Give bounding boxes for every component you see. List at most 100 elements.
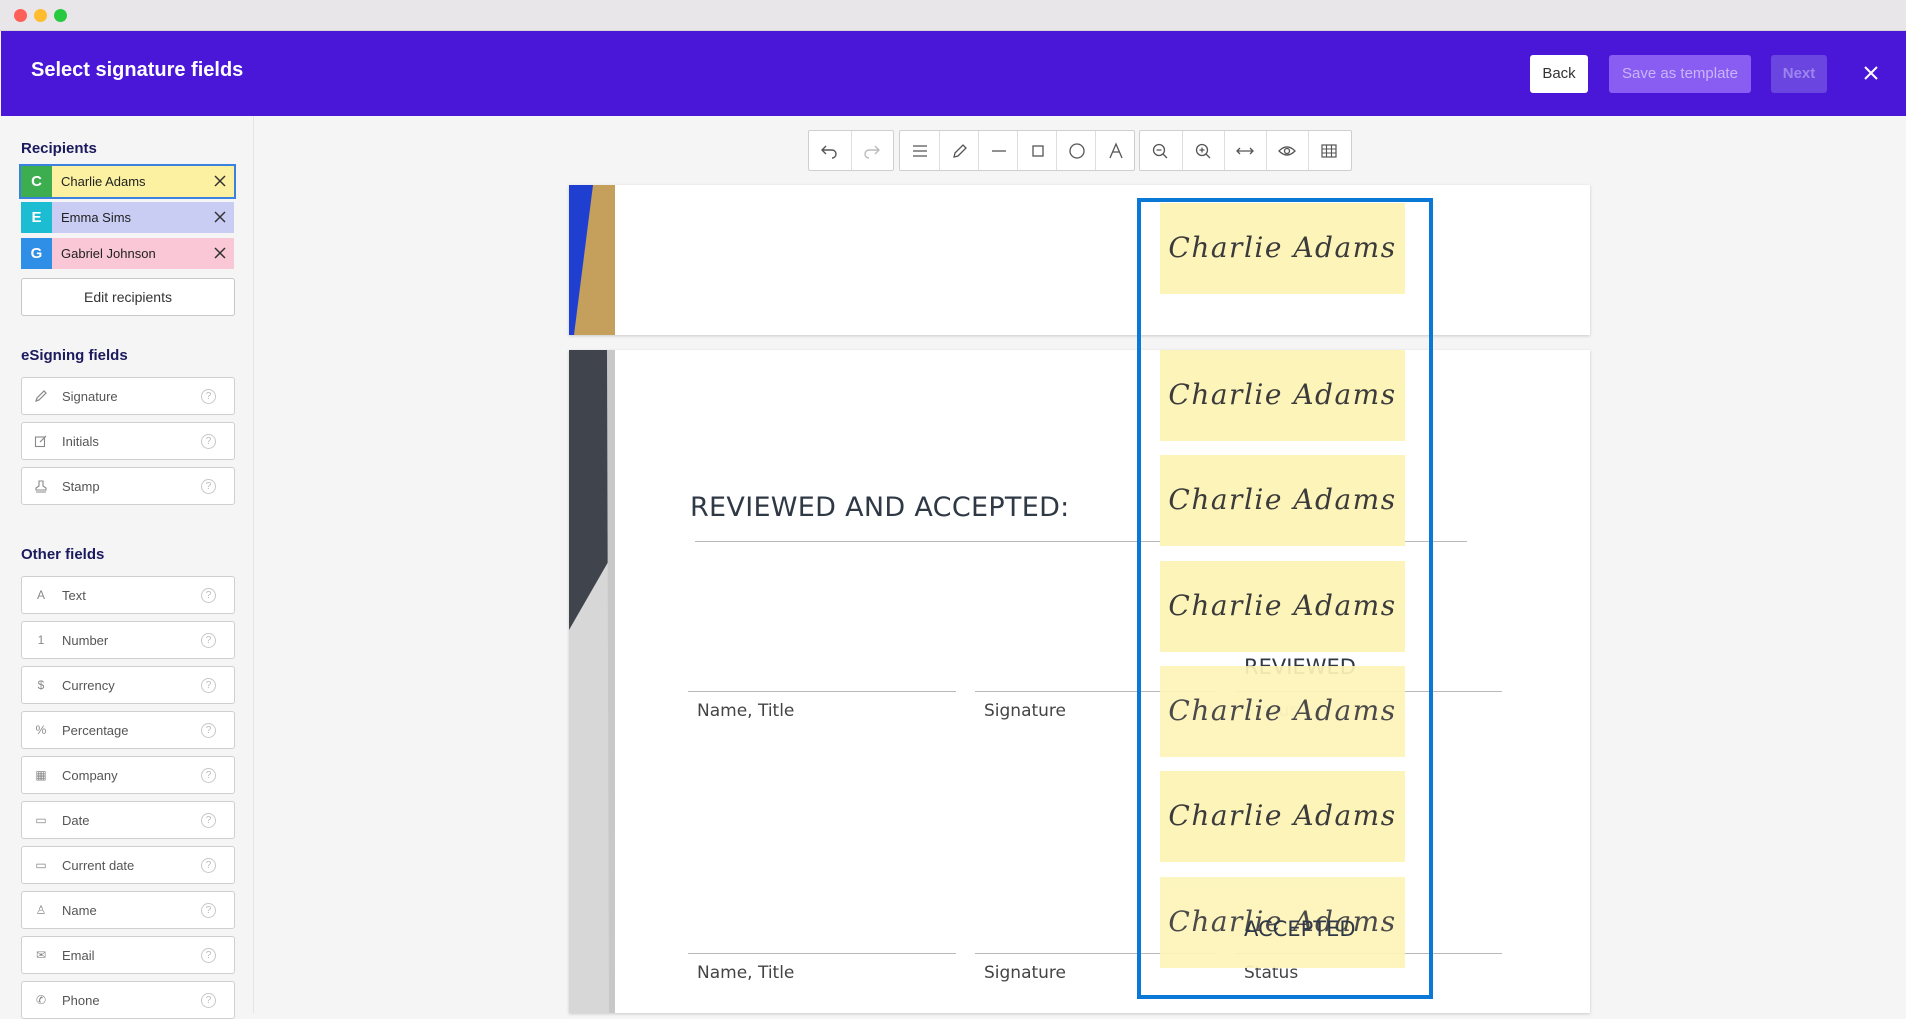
field-label: Initials [62,434,99,449]
field-label: Date [62,813,90,828]
field-email[interactable]: ✉ Email ? [21,936,235,974]
field-percentage[interactable]: % Percentage ? [21,711,235,749]
undo-icon[interactable] [809,131,848,170]
field-name[interactable]: ♙ Name ? [21,891,235,929]
other-fields-heading: Other fields [21,546,105,563]
avatar: C [21,166,52,197]
number-icon: 1 [37,633,45,647]
help-icon[interactable]: ? [201,723,216,738]
remove-recipient-icon[interactable] [212,173,228,189]
selection-rectangle[interactable] [1137,198,1433,999]
pencil-icon[interactable] [939,131,978,170]
field-label: Email [62,948,95,963]
calendar-check-icon: ▭ [35,858,47,872]
sidebar: Recipients C Charlie Adams E Emma Sims G… [1,116,254,1019]
edit-icon [34,434,48,448]
maximize-window-button[interactable] [54,9,67,22]
recipient-name: Emma Sims [61,210,132,225]
help-icon[interactable]: ? [201,633,216,648]
close-icon[interactable] [1858,60,1884,86]
esigning-fields-heading: eSigning fields [21,347,128,364]
recipients-heading: Recipients [21,140,97,157]
recipient-item-charlie[interactable]: C Charlie Adams [19,164,236,199]
save-as-template-button[interactable]: Save as template [1609,55,1751,93]
percent-icon: % [35,723,47,737]
eye-icon[interactable] [1266,131,1305,170]
field-label: Currency [62,678,115,693]
minimize-window-button[interactable] [34,9,47,22]
avatar: G [21,238,52,269]
remove-recipient-icon[interactable] [212,209,228,225]
help-icon[interactable]: ? [201,389,216,404]
field-currency[interactable]: $ Currency ? [21,666,235,704]
stamp-icon [34,479,48,493]
window-titlebar [0,0,1906,31]
field-signature[interactable]: Signature ? [21,377,235,415]
field-current-date[interactable]: ▭ Current date ? [21,846,235,884]
page-decoration [569,350,615,1013]
help-icon[interactable]: ? [201,768,216,783]
recipient-item-emma[interactable]: E Emma Sims [21,202,234,233]
recipient-item-gabriel[interactable]: G Gabriel Johnson [21,238,234,269]
circle-icon[interactable] [1056,131,1095,170]
text-tool-icon[interactable] [1095,131,1134,170]
remove-recipient-icon[interactable] [212,245,228,261]
field-label: Name [62,903,97,918]
field-text[interactable]: A Text ? [21,576,235,614]
help-icon[interactable]: ? [201,588,216,603]
zoom-in-icon[interactable] [1182,131,1221,170]
field-date[interactable]: ▭ Date ? [21,801,235,839]
fit-width-icon[interactable] [1224,131,1263,170]
help-icon[interactable]: ? [201,479,216,494]
zoom-out-icon[interactable] [1140,131,1179,170]
signature-line [688,691,956,692]
text-icon: A [36,588,45,602]
recipient-name: Charlie Adams [61,174,146,189]
rectangle-icon[interactable] [1017,131,1056,170]
name-title-label: Name, Title [697,701,795,721]
menu-lines-icon[interactable] [900,131,939,170]
field-label: Text [62,588,86,603]
field-number[interactable]: 1 Number ? [21,621,235,659]
recipient-name: Gabriel Johnson [61,246,156,261]
help-icon[interactable]: ? [201,858,216,873]
field-label: Company [62,768,118,783]
field-label: Number [62,633,109,648]
view-toolbar [1139,130,1352,171]
help-icon[interactable]: ? [201,993,216,1008]
field-label: Phone [62,993,100,1008]
back-button[interactable]: Back [1530,55,1588,93]
avatar: E [21,202,52,233]
field-company[interactable]: ▦ Company ? [21,756,235,794]
close-window-button[interactable] [14,9,27,22]
calendar-icon: ▭ [35,813,47,827]
field-label: Percentage [62,723,129,738]
document-heading: REVIEWED AND ACCEPTED: [690,492,1070,523]
help-icon[interactable]: ? [201,813,216,828]
help-icon[interactable]: ? [201,948,216,963]
edit-recipients-button[interactable]: Edit recipients [21,278,235,316]
mail-icon: ✉ [35,948,47,962]
next-button[interactable]: Next [1771,55,1827,93]
field-label: Stamp [62,479,100,494]
field-initials[interactable]: Initials ? [21,422,235,460]
signature-label: Signature [984,963,1067,983]
document-page-1 [569,185,1590,335]
grid-icon[interactable] [1308,131,1347,170]
history-toolbar [808,130,894,171]
redo-icon[interactable] [851,131,890,170]
field-stamp[interactable]: Stamp ? [21,467,235,505]
line-icon[interactable] [978,131,1017,170]
signature-line [688,953,956,954]
person-icon: ♙ [35,903,47,917]
field-label: Signature [62,389,118,404]
field-phone[interactable]: ✆ Phone ? [21,981,235,1019]
help-icon[interactable]: ? [201,434,216,449]
app-window: Select signature fields Back Save as tem… [0,0,1906,1019]
page-decoration [569,185,615,335]
signature-label: Signature [984,701,1067,721]
help-icon[interactable]: ? [201,678,216,693]
phone-icon: ✆ [35,993,47,1007]
help-icon[interactable]: ? [201,903,216,918]
page-title: Select signature fields [31,59,244,81]
